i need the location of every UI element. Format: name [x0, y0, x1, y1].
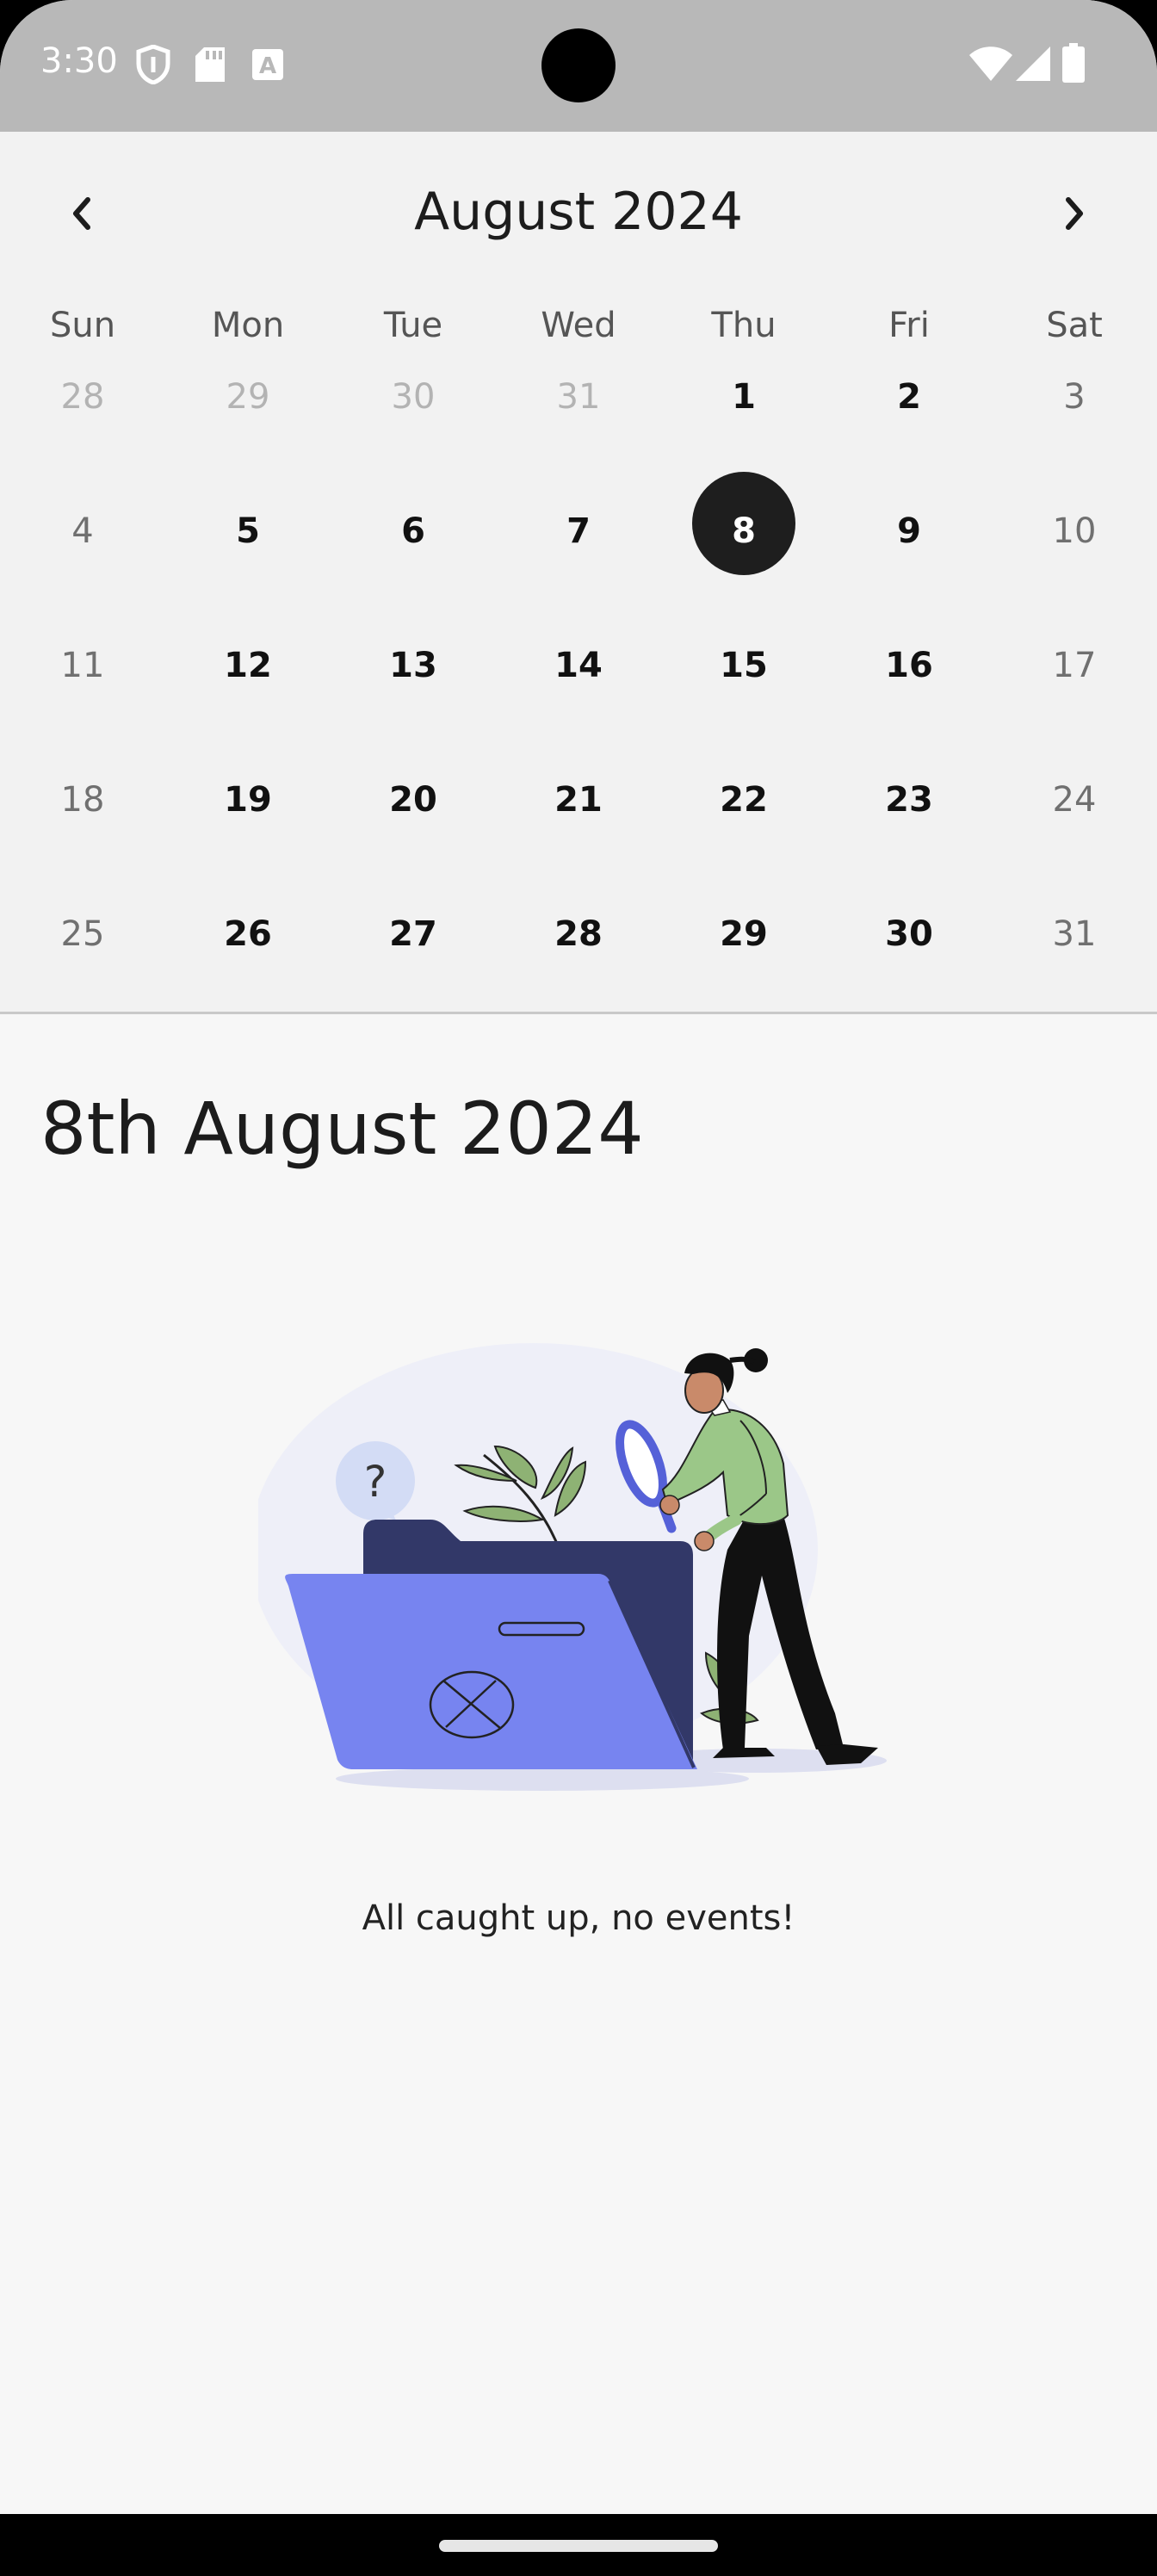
- calendar-day-cell[interactable]: 28: [0, 373, 165, 507]
- day-number: 12: [224, 646, 272, 685]
- weekday-label: Thu: [711, 306, 776, 345]
- calendar-day-cell[interactable]: 20: [331, 776, 496, 910]
- calendar-day-cell[interactable]: 24: [992, 776, 1157, 910]
- day-number: 10: [1052, 511, 1097, 551]
- calendar-day-cell[interactable]: 11: [0, 641, 165, 776]
- calendar-day-cell[interactable]: 18: [0, 776, 165, 910]
- day-number: 7: [566, 511, 591, 551]
- day-number: 30: [391, 377, 436, 417]
- weekday-label: Fri: [888, 306, 930, 345]
- calendar-day-cell[interactable]: 28: [496, 910, 661, 1044]
- day-number: 26: [224, 914, 272, 954]
- wifi-icon: [969, 46, 1012, 84]
- day-number: 28: [60, 377, 105, 417]
- calendar-day-cell[interactable]: 15: [661, 641, 826, 776]
- calendar-day-cell[interactable]: 10: [992, 507, 1157, 641]
- day-number: 18: [60, 780, 105, 820]
- calendar-day-cell[interactable]: 13: [331, 641, 496, 776]
- day-number: 5: [236, 511, 260, 551]
- day-number: 8: [732, 511, 756, 551]
- day-number: 21: [554, 780, 603, 820]
- day-number: 31: [1052, 914, 1097, 954]
- day-number: 31: [556, 377, 601, 417]
- day-number: 11: [60, 646, 105, 685]
- status-time: 3:30: [40, 41, 118, 81]
- calendar-day-cell[interactable]: 14: [496, 641, 661, 776]
- day-number: 2: [897, 377, 921, 417]
- calendar-day-cell[interactable]: 17: [992, 641, 1157, 776]
- battery-icon: [1062, 43, 1085, 86]
- empty-state-message: All caught up, no events!: [362, 1898, 795, 1938]
- day-number: 27: [389, 914, 437, 954]
- day-number: 3: [1063, 377, 1086, 417]
- weekday-header-row: Sun Mon Tue Wed Thu Fri Sat: [0, 300, 1157, 351]
- calendar-day-cell[interactable]: 25: [0, 910, 165, 1044]
- day-number: 13: [389, 646, 437, 685]
- calendar-day-cell[interactable]: 30: [826, 910, 992, 1044]
- svg-text:?: ?: [364, 1457, 387, 1507]
- app-screen: 3:30 A August 2024 Sun Mon Tue Wed Thu F…: [0, 0, 1157, 2514]
- day-number: 20: [389, 780, 437, 820]
- front-camera: [541, 28, 616, 102]
- calendar-days-grid: 28 29 30 31 1 2 3 4 5 6 7 8 9 10 11 12 1…: [0, 373, 1157, 1044]
- weekday-label: Tue: [383, 306, 443, 345]
- day-number: 30: [885, 914, 933, 954]
- calendar-day-cell[interactable]: 31: [496, 373, 661, 507]
- day-number: 4: [71, 511, 94, 551]
- calendar-day-cell[interactable]: 12: [165, 641, 331, 776]
- weekday-label: Wed: [541, 306, 616, 345]
- day-number: 16: [885, 646, 933, 685]
- calendar-day-cell[interactable]: 9: [826, 507, 992, 641]
- day-number: 29: [720, 914, 768, 954]
- day-number: 28: [554, 914, 603, 954]
- shield-icon: [136, 44, 170, 88]
- empty-folder-search-illustration: ?: [250, 1343, 913, 1791]
- calendar-day-cell-selected[interactable]: 8: [661, 472, 826, 641]
- sd-card-icon: [195, 47, 225, 85]
- signal-icon: [1016, 46, 1050, 84]
- calendar-day-cell[interactable]: 31: [992, 910, 1157, 1044]
- day-number: 22: [720, 780, 768, 820]
- keyboard-a-icon: A: [252, 49, 283, 84]
- calendar-day-cell[interactable]: 26: [165, 910, 331, 1044]
- day-number: 23: [885, 780, 933, 820]
- day-number: 19: [224, 780, 272, 820]
- chevron-right-icon: [1066, 197, 1083, 230]
- selected-date-heading: 8th August 2024: [40, 1087, 644, 1171]
- next-month-button[interactable]: [1044, 183, 1104, 244]
- calendar-day-cell[interactable]: 5: [165, 507, 331, 641]
- day-number: 24: [1052, 780, 1097, 820]
- calendar-day-cell[interactable]: 21: [496, 776, 661, 910]
- calendar-day-cell[interactable]: 7: [496, 507, 661, 641]
- day-number: 6: [401, 511, 425, 551]
- calendar-day-cell[interactable]: 2: [826, 373, 992, 507]
- weekday-label: Sun: [49, 306, 116, 345]
- day-number: 17: [1052, 646, 1097, 685]
- calendar-day-cell[interactable]: 4: [0, 507, 165, 641]
- day-number: 29: [226, 377, 270, 417]
- day-number: 25: [60, 914, 105, 954]
- calendar-day-cell[interactable]: 19: [165, 776, 331, 910]
- calendar-day-cell[interactable]: 3: [992, 373, 1157, 507]
- weekday-label: Mon: [211, 306, 285, 345]
- day-number: 14: [554, 646, 603, 685]
- calendar-day-cell[interactable]: 30: [331, 373, 496, 507]
- day-number: 9: [897, 511, 921, 551]
- month-title: August 2024: [414, 182, 743, 242]
- calendar-day-cell[interactable]: 16: [826, 641, 992, 776]
- calendar-day-cell[interactable]: 29: [165, 373, 331, 507]
- calendar-day-cell[interactable]: 27: [331, 910, 496, 1044]
- calendar-day-cell[interactable]: 22: [661, 776, 826, 910]
- status-bar: 3:30 A: [0, 0, 1157, 132]
- calendar-day-cell[interactable]: 23: [826, 776, 992, 910]
- day-number: 1: [732, 377, 756, 417]
- svg-text:A: A: [259, 53, 276, 79]
- calendar-day-cell[interactable]: 6: [331, 507, 496, 641]
- weekday-label: Sat: [1046, 306, 1103, 345]
- home-gesture-bar[interactable]: [439, 2540, 718, 2552]
- month-calendar: August 2024 Sun Mon Tue Wed Thu Fri Sat …: [0, 132, 1157, 1014]
- calendar-day-cell[interactable]: 29: [661, 910, 826, 1044]
- day-number: 15: [720, 646, 768, 685]
